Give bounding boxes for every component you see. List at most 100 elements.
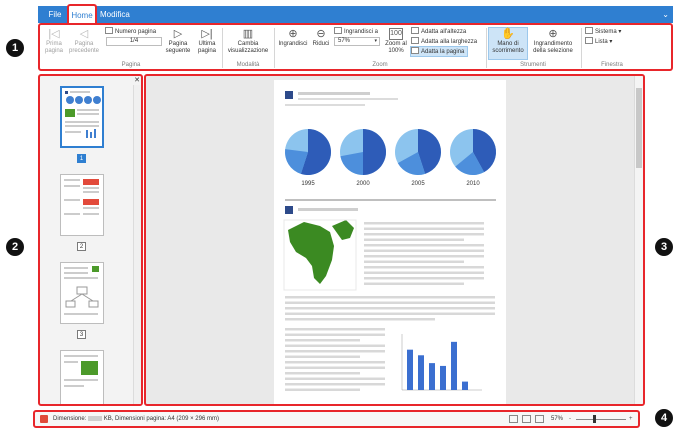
zoom-in-small-icon[interactable]: + bbox=[629, 412, 633, 426]
zoom-100-icon: 100 bbox=[389, 28, 403, 40]
separator bbox=[222, 28, 223, 68]
text-line bbox=[285, 312, 495, 315]
page-number-input[interactable]: 1/4 bbox=[106, 37, 162, 46]
thumbnail-page-1[interactable] bbox=[60, 86, 104, 148]
text-line bbox=[364, 249, 484, 252]
text-line bbox=[285, 301, 495, 304]
sistema-label: Sistema bbox=[595, 29, 617, 35]
text-line bbox=[364, 271, 484, 274]
list-icon bbox=[585, 37, 593, 44]
text-line bbox=[285, 355, 360, 358]
thumbnail-panel: ✕ 1 2 3 bbox=[38, 74, 143, 406]
zoom-slider-thumb[interactable] bbox=[593, 415, 596, 423]
bar bbox=[462, 381, 468, 390]
hand-tool-button[interactable]: ✋ Mano di scorrimento bbox=[488, 28, 528, 55]
next-page-button[interactable]: ▷ Pagina seguente bbox=[164, 28, 192, 55]
zoom-out-small-icon[interactable]: - bbox=[569, 412, 571, 426]
zoom-in-button[interactable]: ⊕ Ingrandisci bbox=[277, 28, 309, 48]
last-page-button[interactable]: ▷| Ultima pagina bbox=[194, 28, 220, 55]
single-page-view-icon[interactable] bbox=[509, 415, 518, 423]
callout-1: 1 bbox=[6, 39, 24, 57]
zoom-in-icon: ⊕ bbox=[288, 28, 298, 40]
text-line bbox=[364, 244, 484, 247]
zoom-selection-button[interactable]: ⊕ Ingrandimento della selezione bbox=[530, 28, 576, 55]
thumbnail-page-number: 2 bbox=[77, 242, 86, 251]
fit-height-icon bbox=[411, 27, 419, 34]
first-page-button[interactable]: |◁ Prima pagina bbox=[42, 28, 66, 55]
heading-marker bbox=[285, 206, 293, 214]
thumbnail-preview bbox=[65, 91, 101, 138]
document-viewer[interactable]: 1995 2000 2005 2010 bbox=[144, 74, 645, 406]
viewer-window: 1 2 3 4 File Home Modifica ⌄ |◁ Prima pa… bbox=[0, 0, 679, 435]
text-line bbox=[298, 208, 358, 211]
prev-page-icon: ◁ bbox=[79, 28, 89, 40]
fit-height-button[interactable]: Adatta all'altezza bbox=[411, 27, 466, 36]
two-page-view-icon[interactable] bbox=[522, 415, 531, 423]
fit-page-label: Adatta la pagina bbox=[421, 49, 465, 55]
ribbon-collapse-icon[interactable]: ⌄ bbox=[662, 6, 669, 23]
continuous-view-icon[interactable] bbox=[535, 415, 544, 423]
size-label: Dimensione: bbox=[53, 416, 87, 422]
thumbnail-page-4[interactable] bbox=[60, 350, 104, 404]
status-bar: Dimensione: KB, Dimensioni pagina: A4 (2… bbox=[33, 410, 640, 428]
zoom-out-button[interactable]: ⊖ Riduci bbox=[310, 28, 332, 48]
tab-modifica[interactable]: Modifica bbox=[100, 6, 140, 23]
zoom-slider-track[interactable] bbox=[576, 419, 626, 420]
scrollbar-thumb[interactable] bbox=[636, 88, 642, 168]
group-label-modalita: Modalità bbox=[236, 62, 260, 68]
prev-page-button[interactable]: ◁ Pagina precedente bbox=[67, 28, 101, 55]
pie-year-label: 2000 bbox=[356, 181, 370, 187]
text-line bbox=[298, 92, 370, 95]
bar bbox=[407, 349, 413, 390]
page-dimensions: Dimensioni pagina: A4 (209 × 296 mm) bbox=[115, 416, 219, 422]
fit-page-button[interactable]: Adatta la pagina bbox=[410, 46, 469, 57]
callout-4: 4 bbox=[655, 409, 673, 427]
change-view-button[interactable]: ▥ Cambia visualizzazione bbox=[225, 28, 271, 55]
fit-page-icon bbox=[411, 47, 419, 54]
thumbnail-page-number: 1 bbox=[77, 154, 86, 163]
pie-year-label: 2005 bbox=[411, 181, 425, 187]
group-label-pagina: Pagina bbox=[121, 62, 141, 68]
text-line bbox=[285, 383, 385, 386]
thumbnail-page-3[interactable] bbox=[60, 262, 104, 324]
text-line bbox=[285, 339, 360, 342]
thumbnail-preview bbox=[64, 179, 99, 215]
group-label-zoom: Zoom bbox=[372, 62, 388, 68]
fit-width-label: Adatta alla larghezza bbox=[421, 39, 478, 45]
thumbnail-page-2[interactable] bbox=[60, 174, 104, 236]
text-line bbox=[364, 255, 484, 258]
chevron-down-icon: ▾ bbox=[374, 38, 377, 44]
tab-file[interactable]: File bbox=[46, 6, 64, 23]
group-label-strumenti: Strumenti bbox=[520, 62, 546, 68]
tile-icon bbox=[585, 27, 593, 34]
text-line bbox=[285, 318, 435, 321]
thumbnail-preview bbox=[64, 266, 99, 315]
text-line bbox=[285, 333, 385, 336]
text-line bbox=[285, 104, 365, 106]
fit-width-button[interactable]: Adatta alla larghezza bbox=[411, 37, 477, 46]
thumbnail-preview bbox=[64, 355, 98, 387]
zoom-select-value: 57% bbox=[338, 38, 351, 44]
fit-height-label: Adatta all'altezza bbox=[421, 29, 467, 35]
separator bbox=[274, 28, 275, 68]
lista-button[interactable]: Lista ▾ bbox=[585, 37, 612, 46]
sistema-button[interactable]: Sistema ▾ bbox=[585, 27, 621, 36]
zoom-100-label: Zoom al 100% bbox=[385, 41, 407, 54]
view-mode-icon: ▥ bbox=[242, 28, 254, 40]
pdf-file-icon bbox=[40, 415, 48, 423]
zoom-100-button[interactable]: 100 Zoom al 100% bbox=[383, 28, 409, 55]
first-page-icon: |◁ bbox=[48, 28, 60, 40]
pie-chart-row: 1995 2000 2005 2010 bbox=[285, 129, 497, 187]
thumbnail-scrollbar[interactable] bbox=[133, 85, 141, 404]
zoom-to-label-row: Ingrandisci a bbox=[334, 27, 378, 36]
zoom-select[interactable]: 57% ▾ bbox=[334, 37, 380, 46]
viewer-scrollbar[interactable] bbox=[634, 76, 643, 404]
change-view-label: Cambia visualizzazione bbox=[227, 41, 269, 54]
text-line bbox=[364, 282, 464, 285]
first-page-label: Prima pagina bbox=[44, 41, 64, 54]
close-panel-icon[interactable]: ✕ bbox=[133, 76, 141, 84]
page-number-label: Numero pagina bbox=[115, 29, 157, 35]
document-page: 1995 2000 2005 2010 bbox=[274, 80, 506, 404]
text-paragraph bbox=[285, 296, 495, 391]
tab-home[interactable]: Home bbox=[67, 4, 97, 23]
